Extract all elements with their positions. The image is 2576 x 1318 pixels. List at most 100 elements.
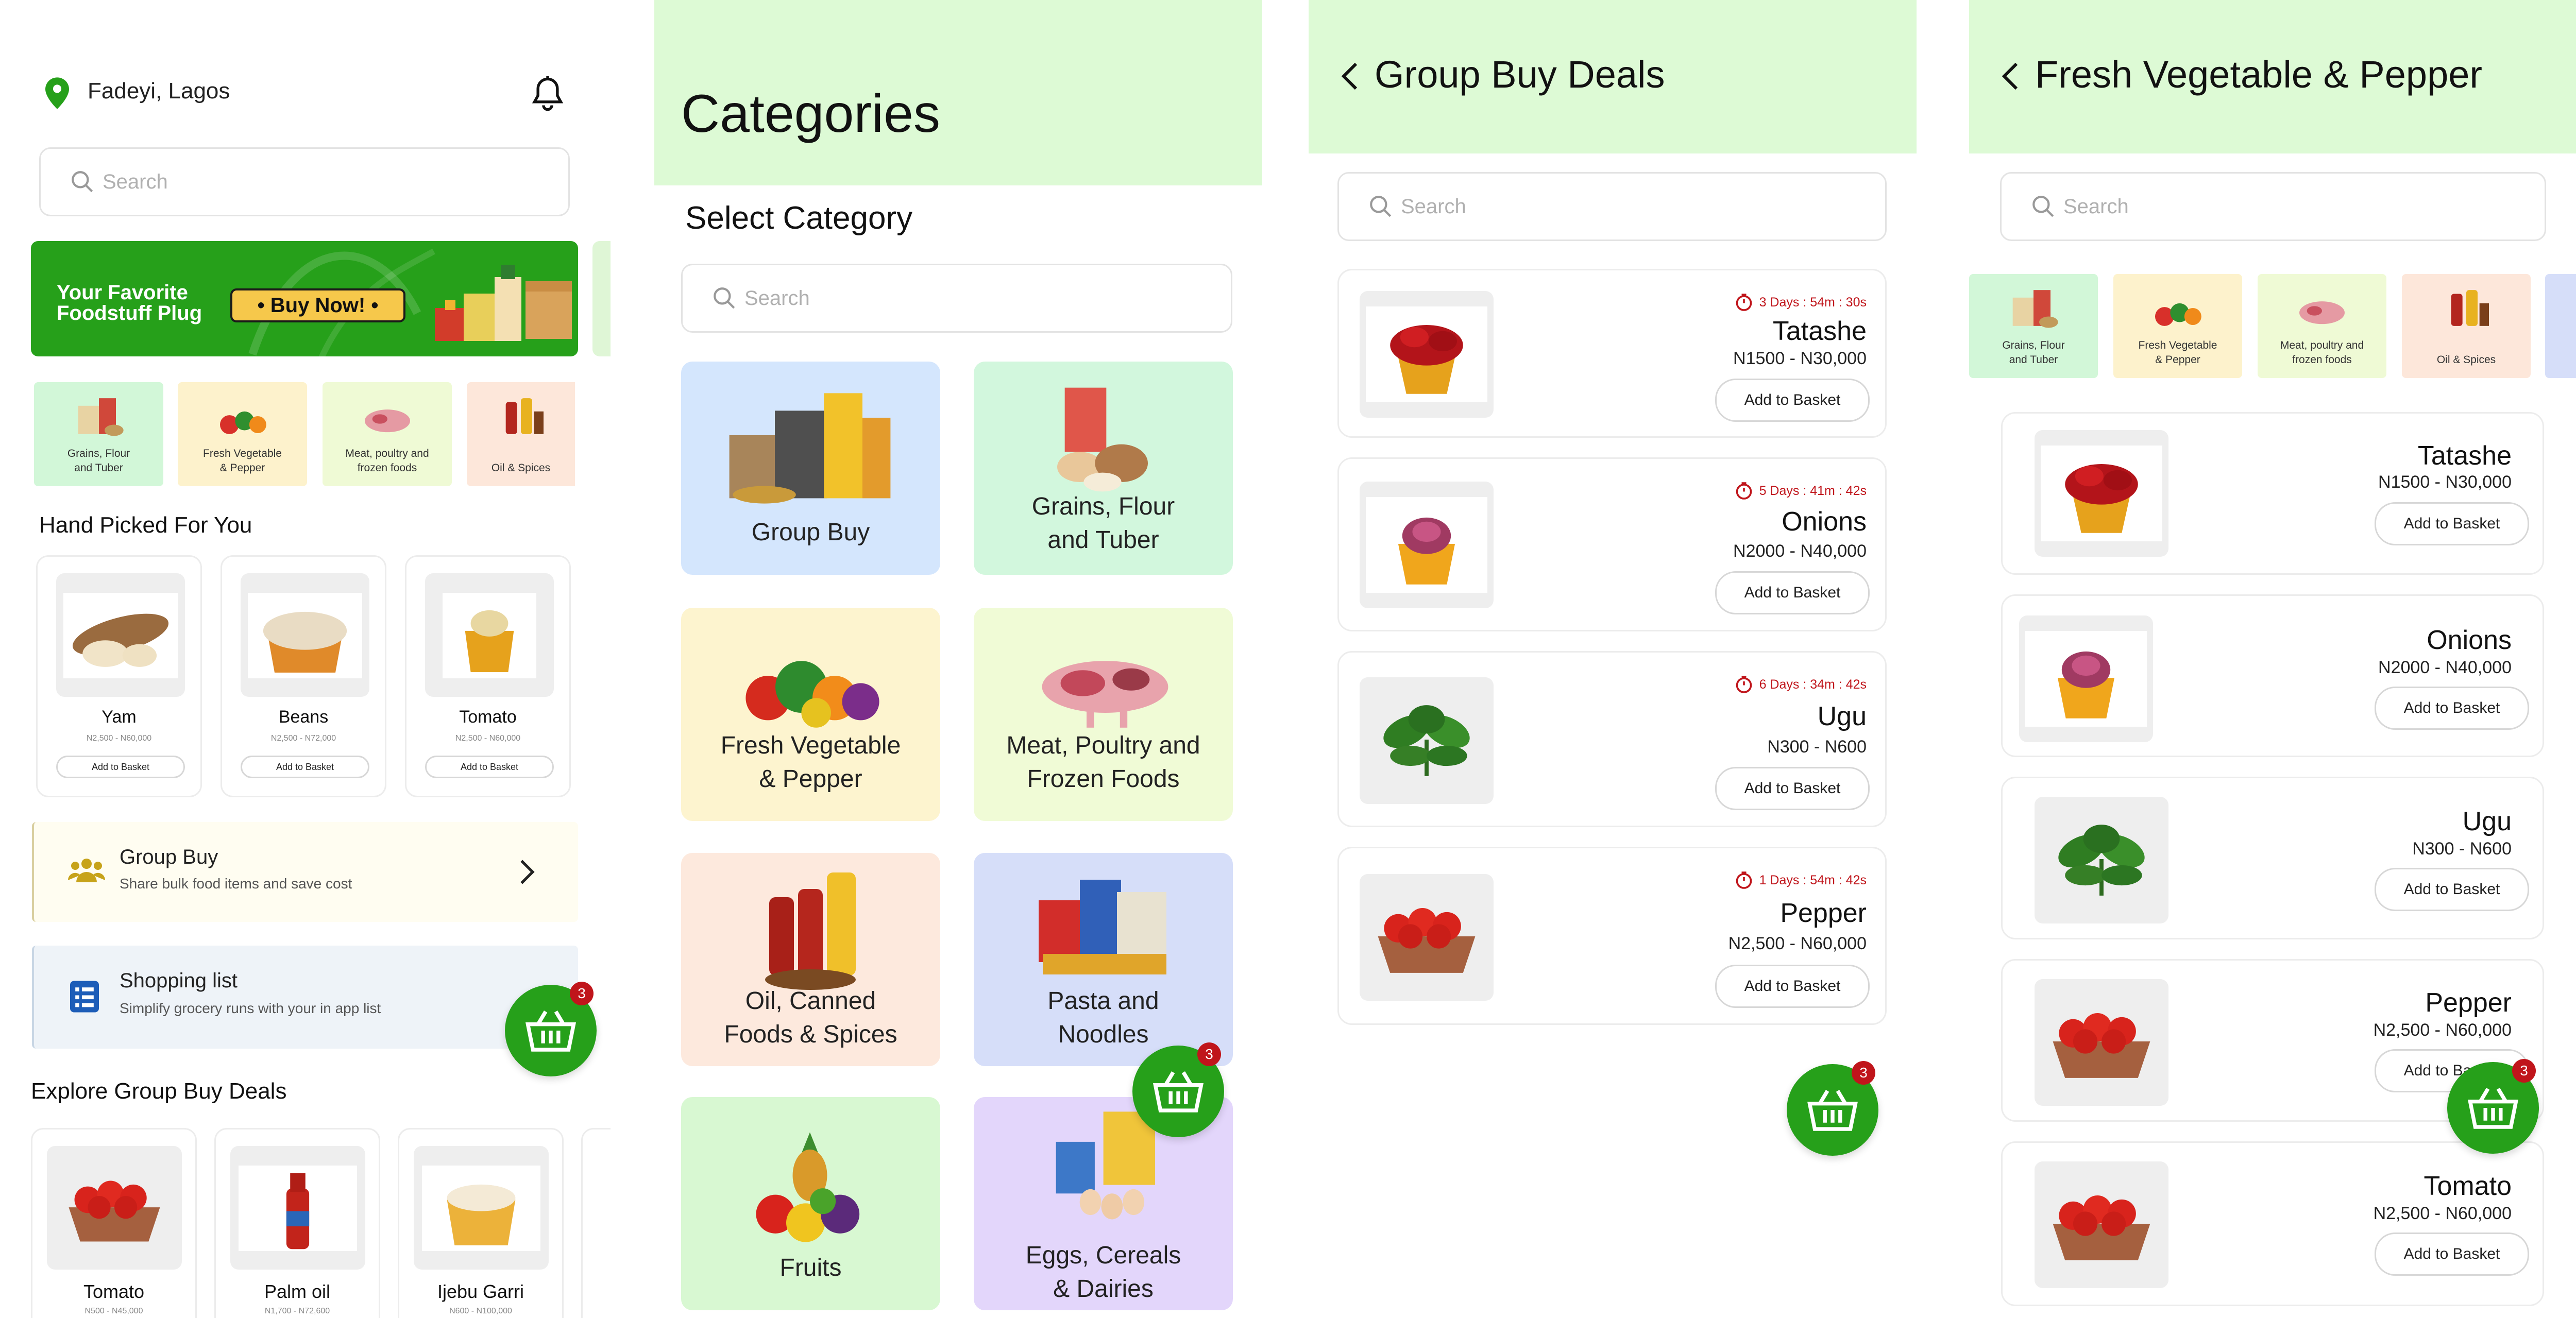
chip-meat[interactable]: Meat, poultry and frozen foods: [2258, 274, 2386, 378]
chip-grains[interactable]: Grains, Flour and Tuber: [1969, 274, 2098, 378]
add-to-basket-button[interactable]: Add to Basket: [425, 756, 554, 778]
add-to-basket-button[interactable]: Add to Basket: [56, 756, 185, 778]
chip-label: Grains, Flour: [2002, 339, 2065, 352]
location-pin-icon: [45, 77, 69, 109]
search-field[interactable]: [39, 147, 570, 216]
back-arrow-icon[interactable]: [2001, 61, 2020, 92]
stopwatch-icon: [1736, 676, 1752, 693]
oil-image: [2451, 290, 2489, 326]
back-arrow-icon[interactable]: [1341, 61, 1359, 92]
product-price: N2000 - N40,000: [2378, 658, 2512, 677]
add-to-basket-button[interactable]: Add to Basket: [2375, 687, 2529, 730]
deal-card[interactable]: Palm oil N1,700 - N72,600: [214, 1128, 380, 1318]
vegetable-image: [745, 661, 879, 728]
category-label-line: Noodles: [1058, 1020, 1149, 1048]
search-field[interactable]: [681, 264, 1232, 333]
basket-count-badge: 3: [570, 982, 594, 1005]
product-price: N2,500 - N60,000: [455, 734, 521, 743]
product-card[interactable]: Onions N2000 - N40,000 Add to Basket: [2001, 594, 2544, 757]
deal-card[interactable]: 5 Days : 41m : 42s Onions N2000 - N40,00…: [1337, 457, 1887, 631]
section-subtitle: Select Category: [685, 200, 913, 236]
timer-text: 3 Days : 54m : 30s: [1759, 295, 1867, 310]
product-card[interactable]: Tatashe N1500 - N30,000 Add to Basket: [2001, 412, 2544, 575]
product-card[interactable]: Tomato N2,500 - N60,000 Add to Basket: [405, 555, 571, 797]
deal-name: Onions: [1782, 507, 1867, 537]
product-price: N2,500 - N60,000: [86, 734, 152, 743]
category-label-line: Fresh Vegetable: [720, 732, 901, 759]
basket-button[interactable]: 3: [1787, 1061, 1878, 1156]
product-price: N1500 - N30,000: [2378, 472, 2512, 492]
meat-image: [2299, 301, 2345, 324]
deal-card[interactable]: 3 Days : 54m : 30s Tatashe N1500 - N30,0…: [1337, 269, 1887, 438]
search-field[interactable]: [1337, 172, 1887, 241]
category-label-line: Pasta and: [1047, 987, 1159, 1015]
chip-vegetable[interactable]: Fresh Vegetable & Pepper: [2113, 274, 2242, 378]
onions-image: [2025, 631, 2147, 727]
search-input[interactable]: [103, 170, 452, 194]
product-card[interactable]: Ugu N300 - N600 Add to Basket: [2001, 777, 2544, 939]
product-card[interactable]: Yam N2,500 - N60,000 Add to Basket: [36, 555, 202, 797]
deal-card[interactable]: 6 Days : 34m : 42s Ugu N300 - N600 Add t…: [1337, 651, 1887, 827]
add-to-basket-button[interactable]: Add to Basket: [1715, 767, 1870, 810]
category-fruits[interactable]: Fruits: [681, 1097, 940, 1310]
category-vegetable[interactable]: Fresh Vegetable & Pepper: [681, 608, 940, 821]
search-input[interactable]: [1401, 195, 1763, 218]
group-buy-row[interactable]: Group Buy Share bulk food items and save…: [32, 822, 578, 922]
chip-meat[interactable]: Meat, poultry and frozen foods: [323, 382, 452, 486]
basket-count-badge: 3: [2512, 1059, 2536, 1083]
add-to-basket-button[interactable]: Add to Basket: [2375, 868, 2529, 911]
chip-label: Meat, poultry and: [345, 448, 429, 460]
search-icon: [714, 287, 735, 309]
add-to-basket-button[interactable]: Add to Basket: [1715, 571, 1870, 614]
basket-button[interactable]: 3: [1132, 1042, 1224, 1137]
category-grains[interactable]: Grains, Flour and Tuber: [974, 362, 1233, 575]
vegetable-image: [219, 411, 266, 434]
add-to-basket-button[interactable]: Add to Basket: [2375, 502, 2529, 545]
buy-now-button[interactable]: • Buy Now! •: [230, 288, 405, 322]
countdown-timer: 5 Days : 41m : 42s: [1735, 482, 1867, 500]
shopping-list-row[interactable]: Shopping list Simplify grocery runs with…: [32, 946, 578, 1049]
category-oil[interactable]: Oil, Canned Foods & Spices: [681, 853, 940, 1066]
chip-oil[interactable]: Oil & Spices: [2402, 274, 2531, 378]
category-pasta[interactable]: Pasta and Noodles: [974, 853, 1233, 1066]
basket-button[interactable]: 3: [505, 982, 597, 1076]
chip-pasta-peek: [2545, 274, 2576, 378]
search-input[interactable]: [744, 286, 1108, 310]
category-label: Group Buy: [751, 519, 870, 546]
shopping-list-title: Shopping list: [120, 969, 238, 992]
bell-icon[interactable]: [531, 76, 565, 112]
product-card[interactable]: Tomato N2,500 - N60,000 Add to Basket: [2001, 1141, 2544, 1306]
search-icon: [1370, 196, 1392, 217]
product-thumbnail: [2019, 615, 2153, 742]
deal-card[interactable]: 1 Days : 54m : 42s Pepper N2,500 - N60,0…: [1337, 847, 1887, 1025]
page-title: Categories: [681, 84, 940, 144]
product-name: Ugu: [2462, 807, 2512, 836]
deal-card[interactable]: Ijebu Garri N600 - N100,000: [398, 1128, 564, 1318]
chip-grains[interactable]: Grains, Flour and Tuber: [34, 382, 163, 486]
add-to-basket-button[interactable]: Add to Basket: [1715, 379, 1870, 422]
basket-button[interactable]: 3: [2447, 1059, 2539, 1154]
category-label-line: Meat, Poultry and: [1006, 732, 1200, 759]
chip-oil[interactable]: Oil & Spices: [467, 382, 575, 486]
search-input[interactable]: [2063, 195, 2424, 218]
product-card[interactable]: Beans N2,500 - N72,000 Add to Basket: [221, 555, 386, 797]
category-group-buy[interactable]: Group Buy: [681, 362, 940, 575]
deal-card[interactable]: Tomato N500 - N45,000: [31, 1128, 197, 1318]
category-meat[interactable]: Meat, Poultry and Frozen Foods: [974, 608, 1233, 821]
add-to-basket-button[interactable]: Add to Basket: [1715, 965, 1870, 1008]
stopwatch-icon: [1736, 294, 1752, 311]
search-field[interactable]: [2000, 172, 2546, 241]
group-buy-image: [729, 393, 891, 504]
location-label[interactable]: Fadeyi, Lagos: [88, 78, 230, 104]
banner-line-1: Your Favorite: [57, 281, 188, 304]
grains-image: [78, 398, 124, 436]
deal-price: N2,500 - N60,000: [1728, 934, 1867, 953]
tomato-bucket-image: [443, 593, 536, 678]
promo-banner[interactable]: Your Favorite Foodstuff Plug • Buy Now! …: [31, 241, 578, 356]
chip-label: Meat, poultry and: [2280, 339, 2364, 352]
chip-label: & Pepper: [219, 461, 265, 474]
chip-vegetable[interactable]: Fresh Vegetable & Pepper: [178, 382, 307, 486]
add-to-basket-button[interactable]: Add to Basket: [241, 756, 369, 778]
grains-image: [1057, 387, 1148, 492]
add-to-basket-button[interactable]: Add to Basket: [2375, 1233, 2529, 1276]
